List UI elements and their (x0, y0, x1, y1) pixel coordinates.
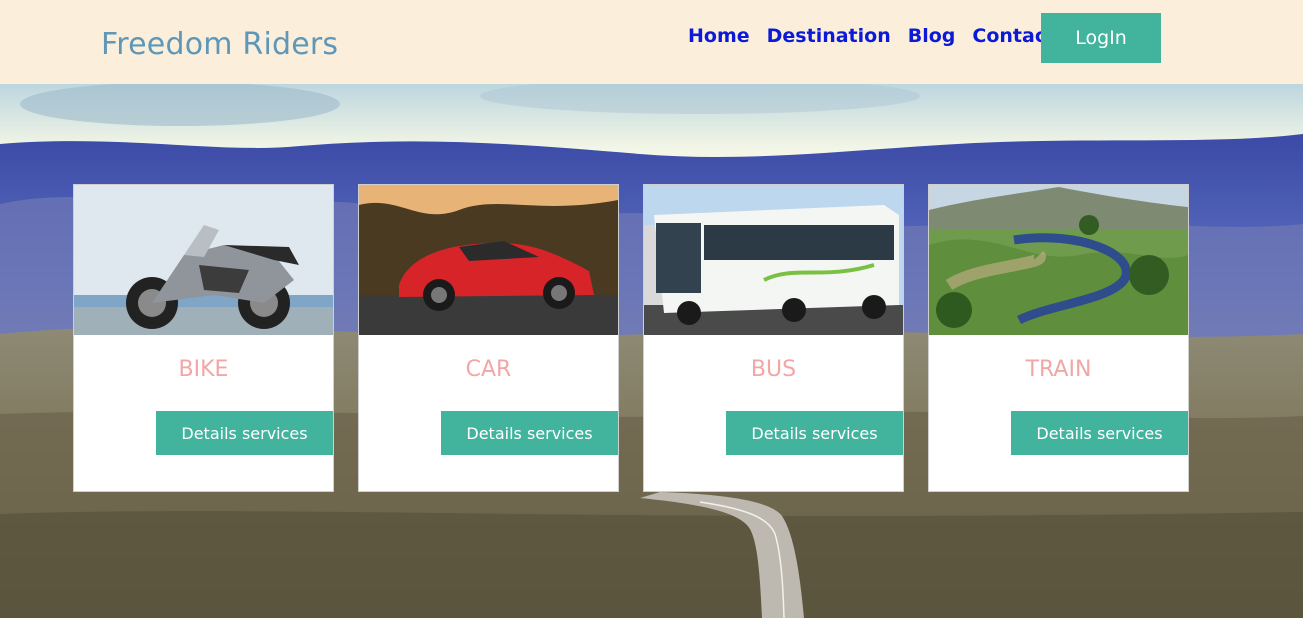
card-title: BUS (750, 357, 797, 382)
card-title: TRAIN (1025, 357, 1092, 382)
login-button[interactable]: LogIn (1041, 13, 1161, 63)
main-nav: Home Destination Blog Contact (688, 25, 1072, 47)
site-header: Freedom Riders Home Destination Blog Con… (0, 0, 1303, 84)
nav-home-link[interactable]: Home (688, 25, 750, 47)
details-services-button[interactable]: Details services (726, 411, 903, 455)
details-services-button[interactable]: Details services (441, 411, 618, 455)
train-image (929, 185, 1188, 335)
card-title: CAR (465, 357, 512, 382)
card-train: TRAIN Details services (928, 184, 1189, 492)
details-services-button[interactable]: Details services (1011, 411, 1188, 455)
nav-destination-link[interactable]: Destination (767, 25, 891, 47)
car-image (359, 185, 618, 335)
transport-cards: BIKE Details services CAR Details servic… (0, 0, 1303, 618)
motorcycle-image (74, 185, 333, 335)
details-services-button[interactable]: Details services (156, 411, 333, 455)
card-title: BIKE (178, 357, 229, 382)
card-car: CAR Details services (358, 184, 619, 492)
bus-image (644, 185, 903, 335)
brand-logo[interactable]: Freedom Riders (101, 27, 338, 62)
nav-blog-link[interactable]: Blog (908, 25, 956, 47)
card-bus: BUS Details services (643, 184, 904, 492)
card-bike: BIKE Details services (73, 184, 334, 492)
